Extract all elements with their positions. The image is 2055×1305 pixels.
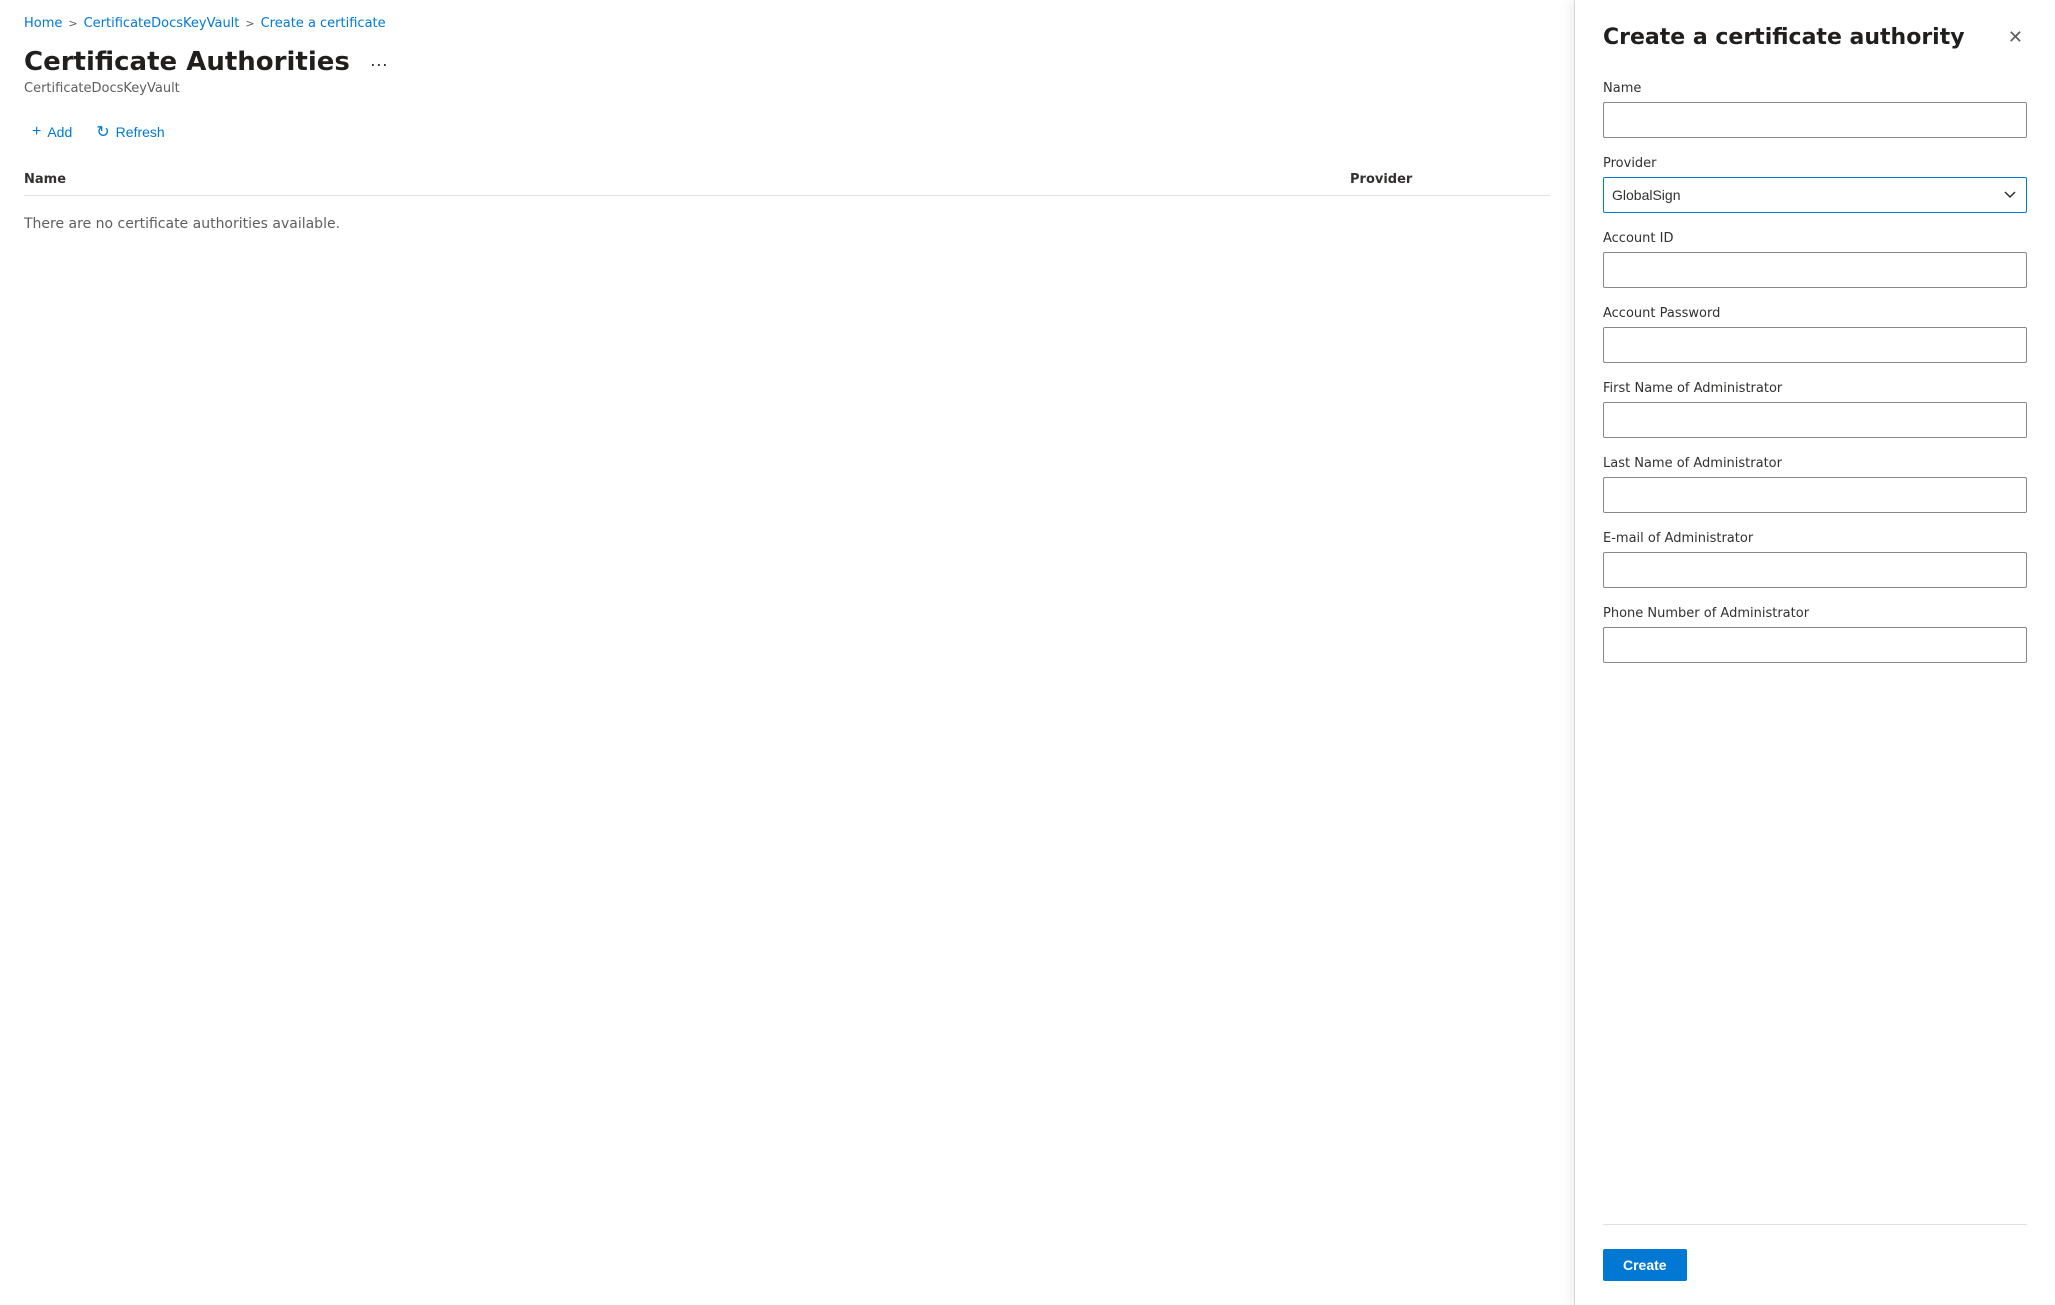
refresh-button[interactable]: ↻ Refresh [88, 116, 172, 148]
first-name-field-group: First Name of Administrator [1603, 381, 2027, 438]
provider-select[interactable]: GlobalSign DigiCert [1603, 177, 2027, 213]
refresh-icon: ↻ [96, 122, 109, 142]
last-name-label: Last Name of Administrator [1603, 456, 2027, 471]
name-input[interactable] [1603, 102, 2027, 138]
empty-message: There are no certificate authorities ava… [24, 196, 1550, 252]
add-label: Add [47, 124, 72, 140]
add-icon: + [32, 123, 41, 141]
last-name-field-group: Last Name of Administrator [1603, 456, 2027, 513]
provider-field-group: Provider GlobalSign DigiCert [1603, 156, 2027, 213]
panel-title: Create a certificate authority [1603, 24, 1965, 53]
more-options-button[interactable]: ··· [362, 50, 396, 79]
account-id-input[interactable] [1603, 252, 2027, 288]
column-name: Name [24, 172, 1350, 187]
phone-field-group: Phone Number of Administrator [1603, 606, 2027, 663]
breadcrumb-keyvault[interactable]: CertificateDocsKeyVault [84, 16, 240, 31]
account-id-field-group: Account ID [1603, 231, 2027, 288]
add-button[interactable]: + Add [24, 117, 80, 147]
email-input[interactable] [1603, 552, 2027, 588]
page-title: Certificate Authorities [24, 47, 350, 77]
table-header: Name Provider [24, 164, 1550, 196]
last-name-input[interactable] [1603, 477, 2027, 513]
refresh-label: Refresh [116, 124, 165, 140]
email-label: E-mail of Administrator [1603, 531, 2027, 546]
phone-input[interactable] [1603, 627, 2027, 663]
create-button[interactable]: Create [1603, 1249, 1687, 1281]
toolbar: + Add ↻ Refresh [24, 116, 1550, 148]
account-id-label: Account ID [1603, 231, 2027, 246]
breadcrumb-chevron-2: > [245, 17, 254, 30]
email-field-group: E-mail of Administrator [1603, 531, 2027, 588]
account-password-field-group: Account Password [1603, 306, 2027, 363]
right-panel: Create a certificate authority ✕ Name Pr… [1575, 0, 2055, 1305]
name-label: Name [1603, 81, 2027, 96]
account-password-label: Account Password [1603, 306, 2027, 321]
panel-footer: Create [1603, 1224, 2027, 1281]
account-password-input[interactable] [1603, 327, 2027, 363]
breadcrumb-chevron-1: > [68, 17, 77, 30]
phone-label: Phone Number of Administrator [1603, 606, 2027, 621]
provider-label: Provider [1603, 156, 2027, 171]
column-provider: Provider [1350, 172, 1550, 187]
breadcrumb-home[interactable]: Home [24, 16, 62, 31]
name-field-group: Name [1603, 81, 2027, 138]
left-panel: Home > CertificateDocsKeyVault > Create … [0, 0, 1575, 1305]
breadcrumb: Home > CertificateDocsKeyVault > Create … [24, 16, 1550, 31]
first-name-input[interactable] [1603, 402, 2027, 438]
page-subtitle: CertificateDocsKeyVault [24, 81, 1550, 96]
breadcrumb-create-cert[interactable]: Create a certificate [261, 16, 386, 31]
close-button[interactable]: ✕ [2004, 24, 2027, 50]
first-name-label: First Name of Administrator [1603, 381, 2027, 396]
panel-header: Create a certificate authority ✕ [1603, 24, 2027, 53]
